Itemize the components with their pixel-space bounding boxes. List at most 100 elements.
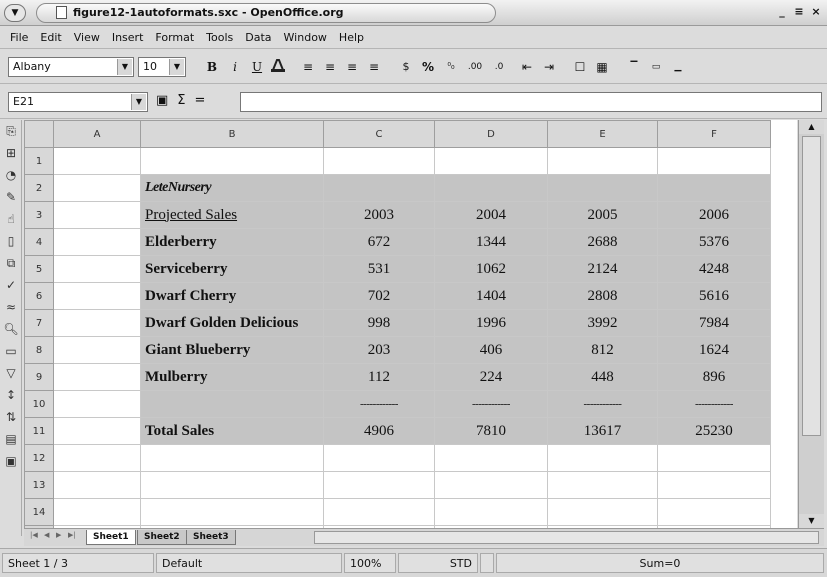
column-header[interactable]: F <box>657 120 771 148</box>
total-cell[interactable]: 25230 <box>657 417 771 445</box>
table-title-cell[interactable]: LeteNursery <box>140 174 324 202</box>
cell[interactable] <box>140 471 324 499</box>
sheet-tab-3[interactable]: Sheet3 <box>186 530 236 545</box>
menu-data[interactable]: Data <box>239 31 277 44</box>
cell[interactable] <box>53 255 141 283</box>
cell[interactable] <box>140 498 324 526</box>
cell[interactable] <box>657 471 771 499</box>
cell[interactable] <box>140 444 324 472</box>
align-center-vertically-icon[interactable]: ▭ <box>648 58 664 76</box>
value-cell[interactable]: 5376 <box>657 228 771 256</box>
align-center-icon[interactable]: ≡ <box>322 58 338 76</box>
value-cell[interactable]: 896 <box>657 363 771 391</box>
row-header[interactable]: 8 <box>24 336 54 364</box>
cell[interactable] <box>434 174 548 202</box>
menu-file[interactable]: File <box>4 31 34 44</box>
separator-cell[interactable]: ------------ <box>547 390 658 418</box>
increase-indent-icon[interactable]: ⇥ <box>540 58 558 76</box>
label-cell[interactable]: Giant Blueberry <box>140 336 324 364</box>
value-cell[interactable]: 1062 <box>434 255 548 283</box>
borders-icon[interactable]: ☐ <box>572 58 588 76</box>
align-right-icon[interactable]: ≡ <box>344 58 360 76</box>
value-cell[interactable]: 1996 <box>434 309 548 337</box>
autospellcheck-icon[interactable]: ≈ <box>0 296 22 318</box>
autofilter-icon[interactable]: ▽ <box>0 362 22 384</box>
cell[interactable] <box>657 444 771 472</box>
total-cell[interactable]: 13617 <box>547 417 658 445</box>
function-wizard-icon[interactable]: ▣ <box>156 93 168 108</box>
italic-button[interactable]: i <box>228 58 242 76</box>
total-cell[interactable]: 4906 <box>323 417 435 445</box>
column-header[interactable]: B <box>140 120 324 148</box>
spreadsheet-grid[interactable]: A B C D E F 1 2 LeteNursery 3 Projected … <box>24 120 797 528</box>
value-cell[interactable]: 998 <box>323 309 435 337</box>
function-icon[interactable]: = <box>195 93 206 108</box>
underline-button[interactable]: U <box>250 58 264 76</box>
column-header[interactable]: C <box>323 120 435 148</box>
row-header[interactable]: 14 <box>24 498 54 526</box>
year-cell[interactable]: 2003 <box>323 201 435 229</box>
navigator-icon[interactable]: ▭ <box>0 340 22 362</box>
cell[interactable] <box>140 390 324 418</box>
insert-object-icon[interactable]: ◔ <box>0 164 22 186</box>
cell[interactable] <box>53 498 141 526</box>
cell[interactable] <box>53 309 141 337</box>
value-cell[interactable]: 448 <box>547 363 658 391</box>
year-cell[interactable]: 2006 <box>657 201 771 229</box>
cell[interactable] <box>53 282 141 310</box>
last-sheet-icon[interactable]: ▶| <box>68 531 76 539</box>
edit-file-icon[interactable]: ▯ <box>0 230 22 252</box>
cell[interactable] <box>53 201 141 229</box>
cell[interactable] <box>323 444 435 472</box>
autoformat-icon[interactable]: ⧉ <box>0 252 22 274</box>
cell[interactable] <box>53 417 141 445</box>
cell[interactable] <box>53 471 141 499</box>
font-size-select[interactable]: 10 ▼ <box>138 57 186 77</box>
value-cell[interactable]: 812 <box>547 336 658 364</box>
value-cell[interactable]: 2688 <box>547 228 658 256</box>
name-box[interactable]: E21 ▼ <box>8 92 148 112</box>
row-header[interactable]: 12 <box>24 444 54 472</box>
next-sheet-icon[interactable]: ▶ <box>56 531 61 539</box>
page-style[interactable]: Default <box>156 553 342 573</box>
find-replace-icon[interactable]: 🔍︎ <box>0 318 22 340</box>
zoom-level[interactable]: 100% <box>344 553 396 573</box>
menu-window[interactable]: Window <box>278 31 333 44</box>
selection-mode[interactable]: STD <box>398 553 478 573</box>
background-color-icon[interactable]: ▦ <box>594 58 610 76</box>
column-header[interactable]: D <box>434 120 548 148</box>
row-header[interactable]: 3 <box>24 201 54 229</box>
cell[interactable] <box>140 147 324 175</box>
chevron-down-icon[interactable]: ▼ <box>117 59 132 75</box>
cell[interactable] <box>434 471 548 499</box>
value-cell[interactable]: 7984 <box>657 309 771 337</box>
total-label-cell[interactable]: Total Sales <box>140 417 324 445</box>
cell[interactable] <box>323 471 435 499</box>
chevron-down-icon[interactable]: ▼ <box>131 94 146 110</box>
cell[interactable] <box>323 147 435 175</box>
column-header-active[interactable]: E <box>547 120 658 148</box>
value-cell[interactable]: 5616 <box>657 282 771 310</box>
value-cell[interactable]: 672 <box>323 228 435 256</box>
cell[interactable] <box>434 147 548 175</box>
sort-ascending-icon[interactable]: ↕ <box>0 384 22 406</box>
vertical-scrollbar[interactable]: ▲ ▼ <box>798 120 824 528</box>
row-header[interactable]: 13 <box>24 471 54 499</box>
total-cell[interactable]: 7810 <box>434 417 548 445</box>
value-cell[interactable]: 3992 <box>547 309 658 337</box>
sheet-tab-1[interactable]: Sheet1 <box>86 530 136 545</box>
value-cell[interactable]: 1624 <box>657 336 771 364</box>
cell[interactable] <box>547 498 658 526</box>
cell[interactable] <box>657 174 771 202</box>
value-cell[interactable]: 224 <box>434 363 548 391</box>
row-header[interactable]: 1 <box>24 147 54 175</box>
draw-functions-icon[interactable]: ✎ <box>0 186 22 208</box>
cell[interactable] <box>53 228 141 256</box>
cell[interactable] <box>53 444 141 472</box>
align-left-icon[interactable]: ≡ <box>300 58 316 76</box>
scroll-down-icon[interactable]: ▼ <box>799 514 824 528</box>
load-url-icon[interactable]: ⎘ <box>0 120 22 142</box>
sort-descending-icon[interactable]: ⇅ <box>0 406 22 428</box>
value-cell[interactable]: 203 <box>323 336 435 364</box>
separator-cell[interactable]: ------------ <box>323 390 435 418</box>
